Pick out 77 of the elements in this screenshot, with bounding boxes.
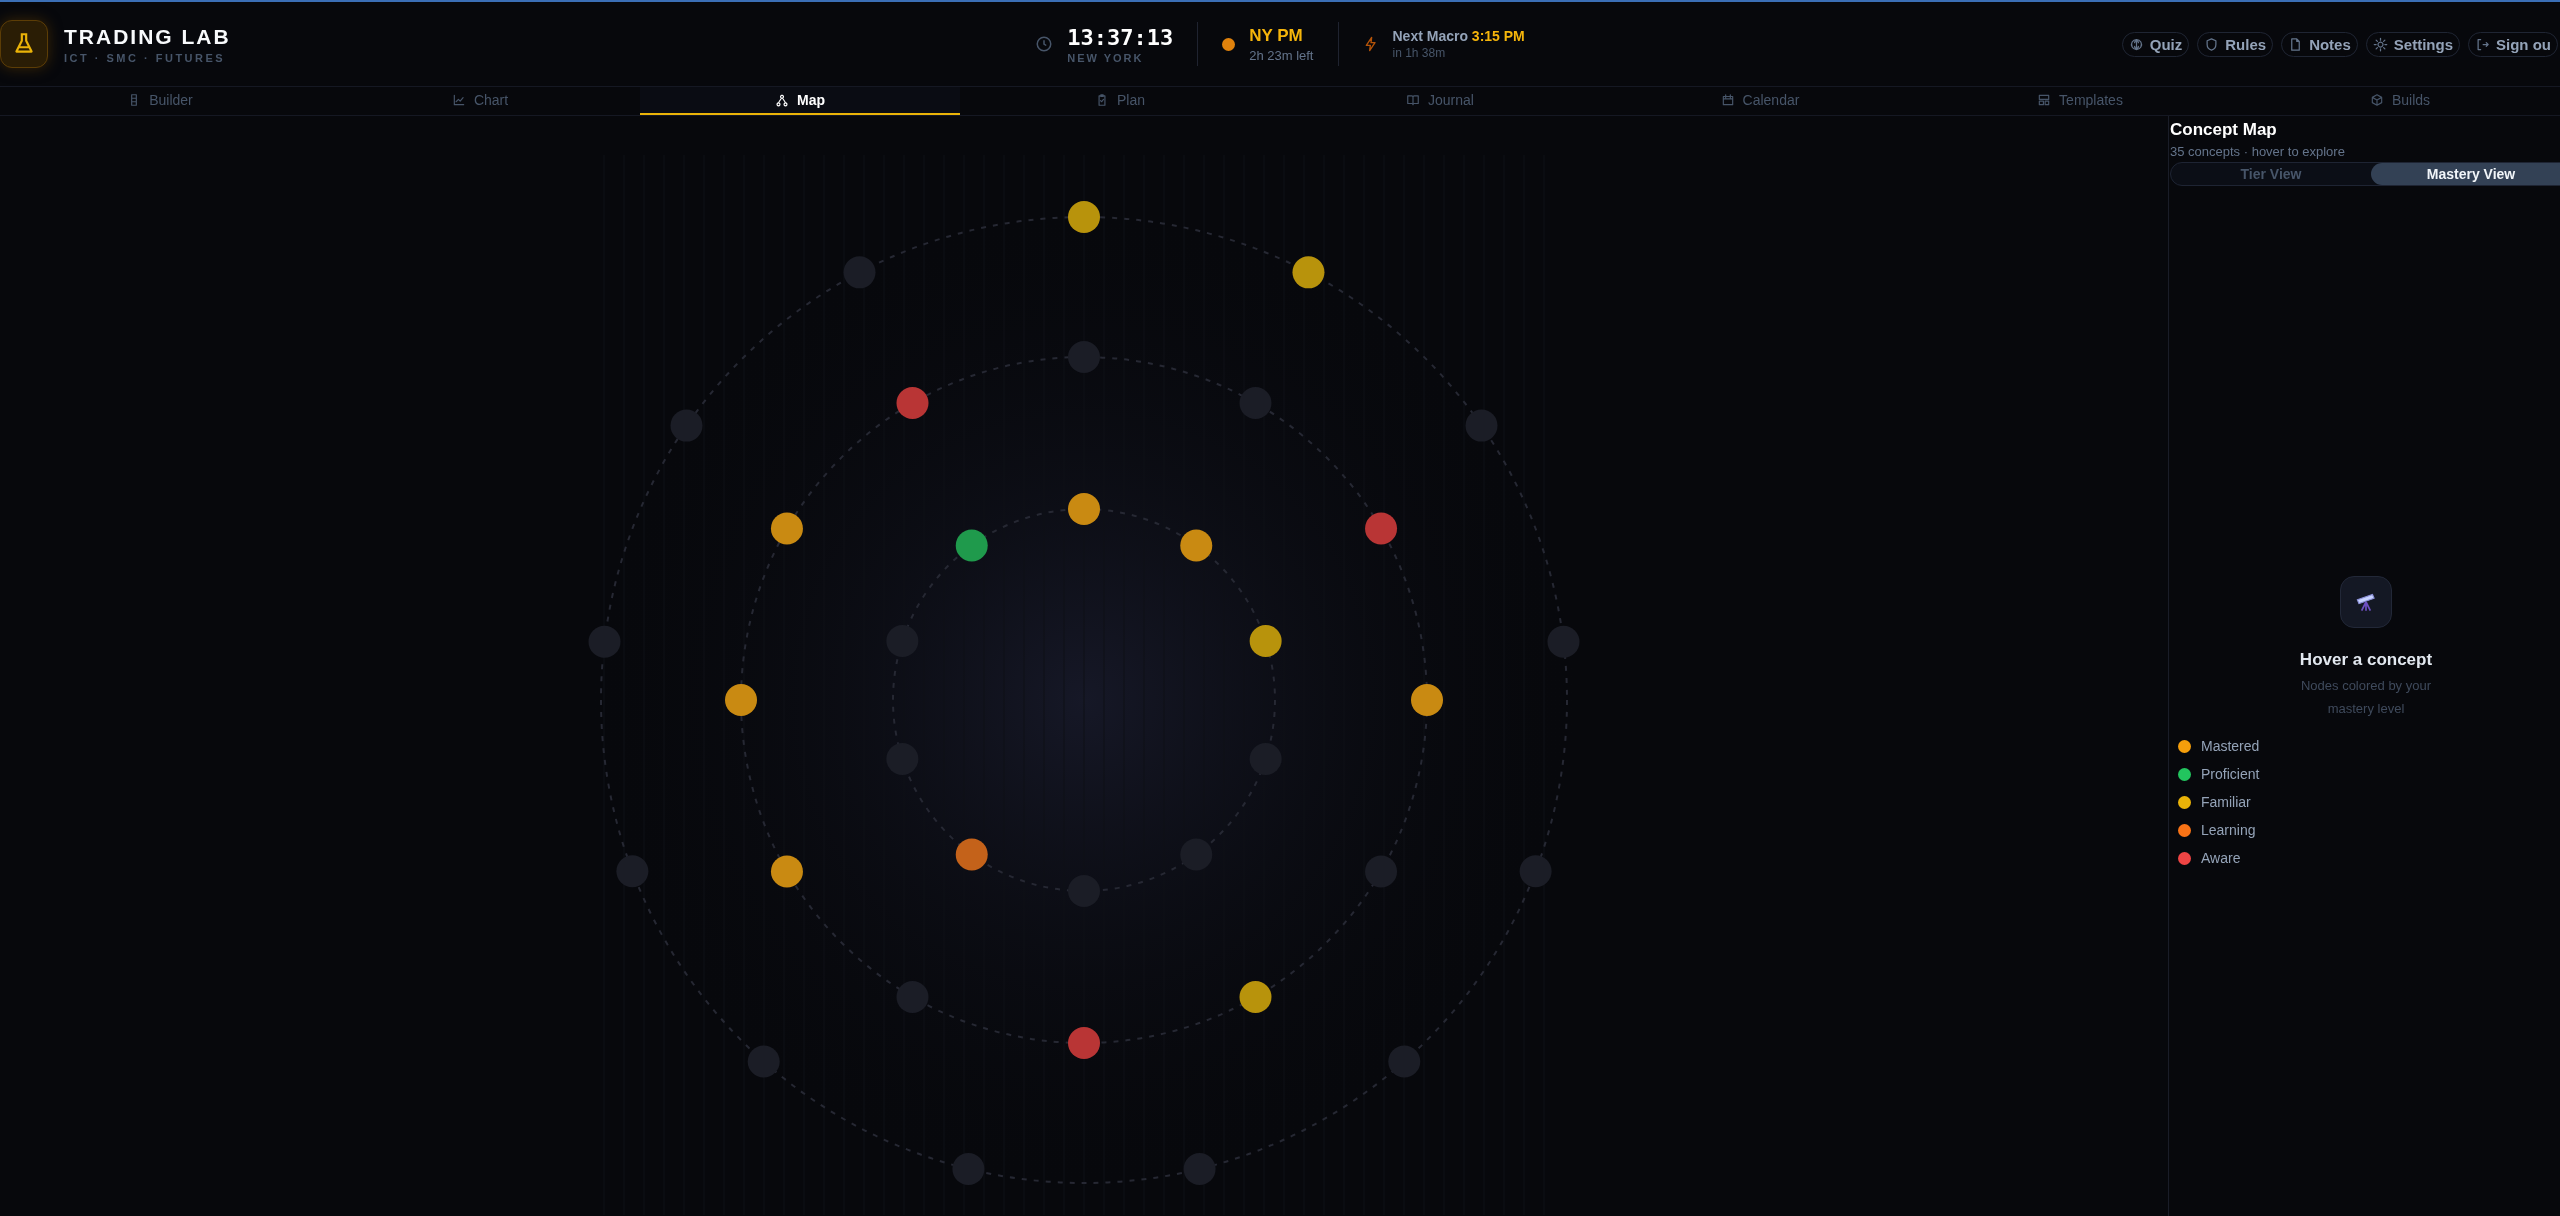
line-chart-icon (451, 93, 466, 107)
concept-node[interactable] (1239, 981, 1272, 1014)
view-option[interactable]: Mastery View (2371, 163, 2560, 185)
concept-node[interactable] (1180, 838, 1213, 871)
concept-node[interactable] (725, 684, 757, 716)
clock-time: 13:37:13 (1067, 24, 1174, 50)
clipboard-icon (1095, 93, 1109, 107)
concept-node[interactable] (896, 981, 929, 1014)
concept-node[interactable] (1180, 529, 1213, 562)
app-title: TRADING LAB (64, 24, 231, 49)
concept-node[interactable] (1249, 743, 1282, 775)
legend-label: Familiar (2201, 794, 2251, 810)
concept-node[interactable] (1547, 625, 1580, 658)
concept-node[interactable] (770, 512, 803, 545)
next-macro-label: Next Macro 3:15 PM (1392, 28, 1525, 44)
concept-node[interactable] (886, 625, 919, 657)
concept-node[interactable] (896, 386, 929, 419)
legend-label: Mastered (2201, 738, 2260, 754)
nav-tab[interactable]: Builds (2240, 87, 2560, 115)
panel-subtitle: 35 concepts · hover to explore (2170, 144, 2346, 159)
concept-node[interactable] (1183, 1152, 1216, 1185)
concept-node[interactable] (1249, 625, 1282, 657)
concept-node[interactable] (1068, 875, 1100, 907)
network-icon (775, 93, 789, 107)
empty-state-hint: Nodes colored by your mastery level (2299, 677, 2433, 718)
concept-node[interactable] (955, 838, 988, 871)
nav-tab[interactable]: Builder (0, 87, 320, 115)
concept-node[interactable] (955, 529, 988, 562)
settings-icon (2372, 36, 2388, 52)
nav-tab[interactable]: Templates (1920, 87, 2240, 115)
concept-node[interactable] (1519, 855, 1552, 888)
legend-label: Aware (2201, 850, 2241, 866)
shield-icon (2204, 36, 2220, 52)
concept-node[interactable] (588, 625, 621, 658)
nav-tab[interactable]: Plan (960, 87, 1280, 115)
concept-node[interactable] (1365, 855, 1398, 888)
view-option[interactable]: Tier View (2171, 163, 2371, 185)
layout-icon (2037, 93, 2052, 107)
sign-out-icon (2475, 36, 2490, 52)
brain-icon (2128, 36, 2144, 52)
book-icon (1406, 93, 1421, 107)
app-subtitle: ICT · SMC · FUTURES (64, 51, 227, 64)
concept-node[interactable] (1068, 493, 1100, 525)
concept-node[interactable] (670, 409, 703, 442)
concept-node[interactable] (1068, 1027, 1100, 1059)
session-name: NY PM (1249, 25, 1304, 46)
concept-node[interactable] (747, 1045, 780, 1078)
concept-node[interactable] (1068, 201, 1100, 233)
concept-node[interactable] (1239, 386, 1272, 419)
telescope-icon (2340, 576, 2392, 628)
nav-tab[interactable]: Chart (320, 87, 640, 115)
concept-node[interactable] (843, 256, 876, 289)
empty-state-title: Hover a concept (2299, 650, 2433, 670)
macro-countdown: in 1h 38m (1392, 46, 1447, 60)
cube-icon (2369, 93, 2384, 107)
nav-tab[interactable]: Map (640, 87, 960, 115)
clock-icon (1035, 35, 1054, 53)
session-dot-icon (1222, 37, 1236, 51)
concept-node[interactable] (1068, 341, 1100, 373)
concept-node[interactable] (1388, 1045, 1421, 1078)
legend-label: Proficient (2201, 766, 2260, 782)
concept-node[interactable] (886, 743, 919, 775)
session-remaining: 2h 23m left (1249, 47, 1314, 63)
concept-node[interactable] (1292, 256, 1325, 289)
calendar-icon (1720, 93, 1735, 107)
concept-node[interactable] (1365, 512, 1398, 545)
concept-node[interactable] (1411, 684, 1443, 716)
concept-node[interactable] (770, 855, 803, 888)
clock-zone: NEW YORK (1067, 51, 1145, 64)
concept-node[interactable] (952, 1152, 985, 1185)
flask-logo-icon (0, 20, 48, 68)
legend-label: Learning (2201, 822, 2256, 838)
panel-title: Concept Map (2170, 120, 2278, 140)
nav-tab[interactable]: Calendar (1600, 87, 1920, 115)
nav-tab[interactable]: Journal (1280, 87, 1600, 115)
concept-node[interactable] (1465, 409, 1498, 442)
concept-node[interactable] (616, 855, 649, 888)
